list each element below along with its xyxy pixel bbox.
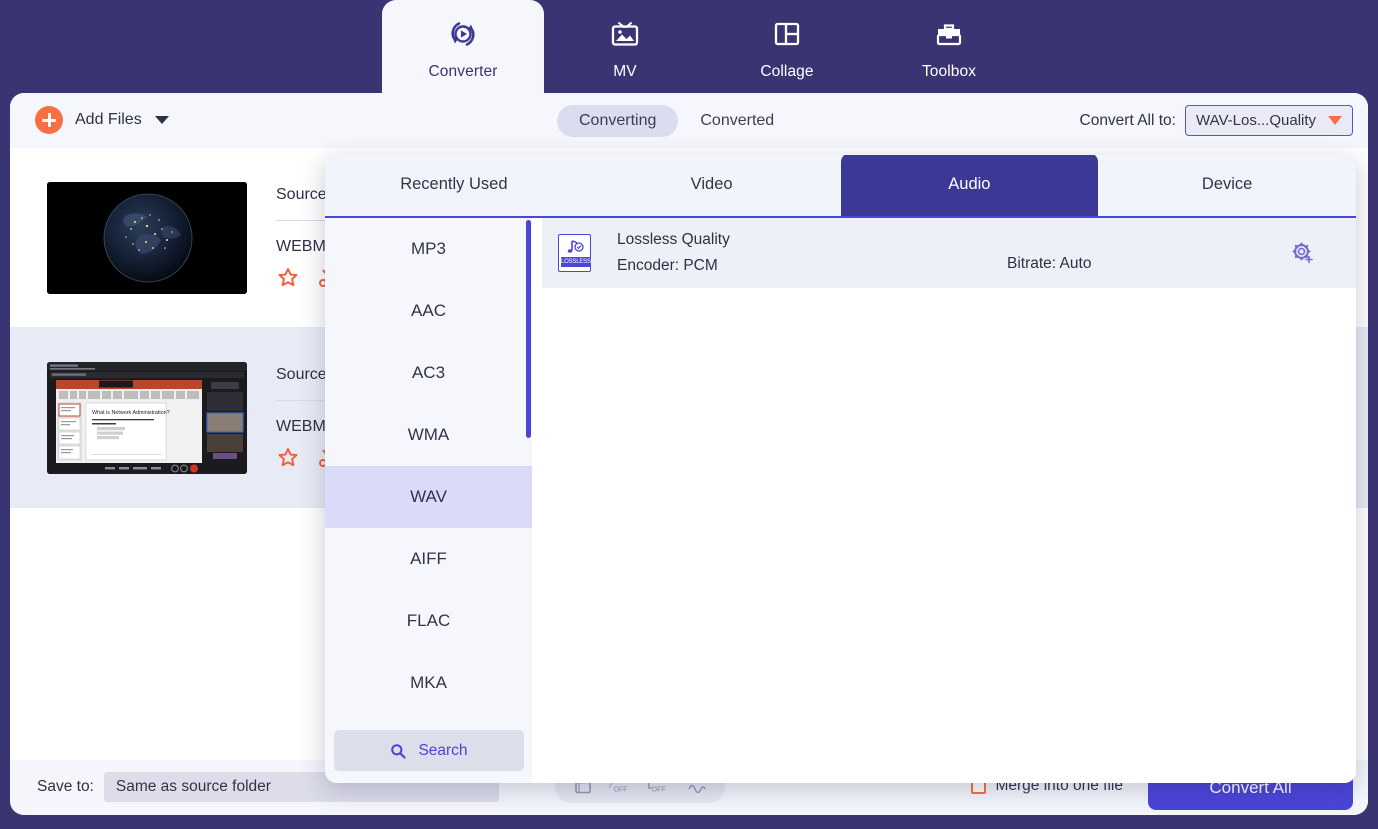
preset-item-lossless-quality[interactable]: LOSSLESS Lossless Quality Encoder: PCM B… bbox=[542, 218, 1356, 288]
nav-label-converter: Converter bbox=[428, 63, 498, 80]
add-files-label: Add Files bbox=[75, 111, 142, 128]
status-tabs: Converting Converted bbox=[557, 105, 796, 137]
tab-device[interactable]: Device bbox=[1098, 155, 1356, 216]
top-nav-items: Converter MV Collage Toolbox bbox=[382, 0, 1030, 95]
lossless-tag-label: LOSSLESS bbox=[561, 257, 591, 267]
format-dropdown-panel: Recently Used Video Audio Device MP3 AAC… bbox=[325, 155, 1356, 783]
preset-encoder: Encoder: PCM bbox=[617, 257, 718, 274]
caret-down-icon bbox=[1328, 116, 1342, 125]
effect-star-icon[interactable] bbox=[276, 266, 300, 290]
effect-star-icon[interactable] bbox=[276, 446, 300, 470]
dropdown-tabs: Recently Used Video Audio Device bbox=[325, 155, 1356, 218]
preset-list: LOSSLESS Lossless Quality Encoder: PCM B… bbox=[542, 218, 1356, 783]
format-item-aac[interactable]: AAC bbox=[325, 280, 532, 342]
tab-converted[interactable]: Converted bbox=[678, 105, 796, 137]
nav-item-toolbox[interactable]: Toolbox bbox=[868, 0, 1030, 95]
toolbar: Add Files Converting Converted Convert A… bbox=[10, 93, 1368, 148]
toolbox-icon bbox=[929, 14, 969, 54]
nav-item-mv[interactable]: MV bbox=[544, 0, 706, 95]
convert-all-to-group: Convert All to: WAV-Los...Quality bbox=[1079, 105, 1353, 136]
tab-video[interactable]: Video bbox=[583, 155, 841, 216]
convert-all-to-value: WAV-Los...Quality bbox=[1196, 112, 1317, 129]
converter-icon bbox=[443, 14, 483, 54]
svg-text:What is Network Administration: What is Network Administration? bbox=[92, 410, 170, 416]
nav-label-collage: Collage bbox=[760, 63, 814, 80]
format-item-wav[interactable]: WAV bbox=[325, 466, 532, 528]
save-to-label: Save to: bbox=[37, 778, 94, 795]
chevron-down-icon[interactable] bbox=[154, 116, 169, 124]
top-navigation: Converter MV Collage Toolbox bbox=[0, 0, 1378, 95]
lossless-audio-icon: LOSSLESS bbox=[558, 234, 591, 272]
format-item-aiff[interactable]: AIFF bbox=[325, 528, 532, 590]
collage-icon bbox=[767, 14, 807, 54]
preset-title: Lossless Quality bbox=[617, 231, 730, 248]
format-item-ac3[interactable]: AC3 bbox=[325, 342, 532, 404]
convert-all-to-label: Convert All to: bbox=[1079, 111, 1177, 129]
format-list: MP3 AAC AC3 WMA WAV AIFF FLAC MKA bbox=[325, 218, 532, 730]
format-search-placeholder: Search bbox=[418, 741, 468, 759]
add-files-button[interactable]: Add Files bbox=[35, 106, 169, 134]
plus-circle-icon bbox=[35, 106, 63, 134]
earth-at-night-thumbnail bbox=[47, 181, 247, 294]
nav-item-converter[interactable]: Converter bbox=[382, 0, 544, 95]
preset-texts: Lossless Quality Encoder: PCM Bitrate: A… bbox=[617, 231, 1356, 275]
nav-label-toolbox: Toolbox bbox=[921, 63, 977, 80]
format-list-scrollbar-thumb[interactable] bbox=[526, 220, 531, 438]
preset-bitrate: Bitrate: Auto bbox=[1007, 255, 1092, 272]
teams-presentation-thumbnail: What is Network Administration? bbox=[47, 361, 247, 474]
tab-converting[interactable]: Converting bbox=[557, 105, 679, 137]
app-window: Converter MV Collage Toolbox Add Files C… bbox=[0, 0, 1378, 829]
mv-icon bbox=[605, 14, 645, 54]
svg-text:OFF: OFF bbox=[614, 787, 628, 794]
svg-text:⁄: ⁄ bbox=[609, 782, 613, 794]
gear-plus-icon[interactable] bbox=[1290, 240, 1316, 266]
nav-item-collage[interactable]: Collage bbox=[706, 0, 868, 95]
format-list-column: MP3 AAC AC3 WMA WAV AIFF FLAC MKA Search bbox=[325, 218, 532, 783]
format-item-mka[interactable]: MKA bbox=[325, 652, 532, 714]
tab-audio[interactable]: Audio bbox=[840, 155, 1099, 216]
format-item-wma[interactable]: WMA bbox=[325, 404, 532, 466]
convert-all-to-select[interactable]: WAV-Los...Quality bbox=[1185, 105, 1353, 136]
svg-text:OFF: OFF bbox=[652, 787, 666, 794]
search-icon bbox=[390, 743, 407, 759]
tab-recently-used[interactable]: Recently Used bbox=[325, 155, 583, 216]
nav-label-mv: MV bbox=[613, 63, 637, 80]
format-item-mp3[interactable]: MP3 bbox=[325, 218, 532, 280]
format-search-input[interactable]: Search bbox=[334, 730, 524, 771]
format-item-flac[interactable]: FLAC bbox=[325, 590, 532, 652]
panel-divider bbox=[532, 218, 542, 783]
dropdown-body: MP3 AAC AC3 WMA WAV AIFF FLAC MKA Search… bbox=[325, 218, 1356, 783]
